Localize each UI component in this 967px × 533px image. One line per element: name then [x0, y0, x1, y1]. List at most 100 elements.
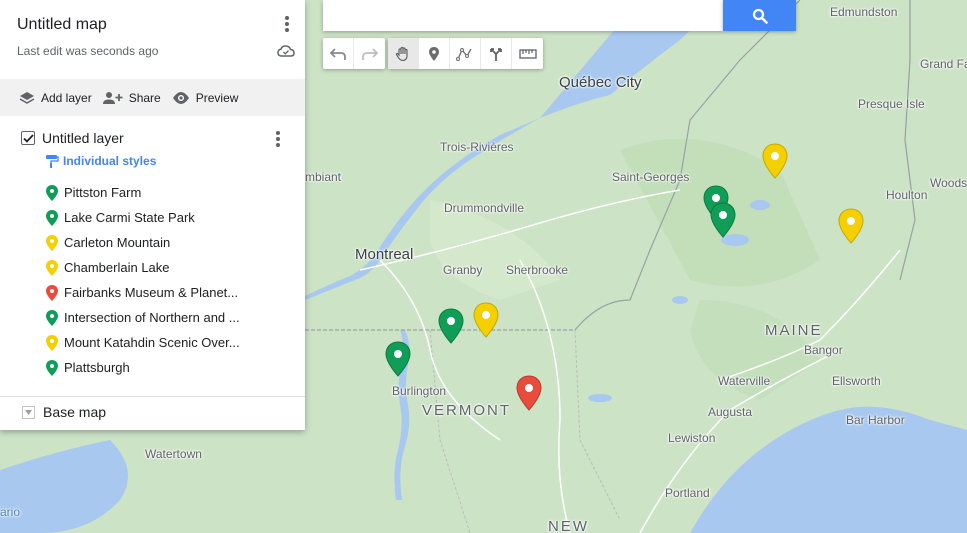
- map-options-menu-icon[interactable]: [281, 14, 293, 34]
- map-label-presque-isle: Presque Isle: [858, 97, 925, 111]
- map-label-ellsworth: Ellsworth: [832, 374, 881, 388]
- directions-icon: [490, 47, 502, 61]
- preview-button[interactable]: Preview: [172, 90, 239, 105]
- list-item-plattsburgh[interactable]: Plattsburgh: [0, 355, 305, 380]
- map-label-grand-falls: Grand Fa: [920, 57, 967, 71]
- preview-label: Preview: [195, 90, 239, 105]
- base-map-label: Base map: [43, 404, 107, 420]
- map-label-bangor: Bangor: [804, 343, 843, 357]
- map-label-houlton: Houlton: [886, 188, 928, 202]
- draw-tools-group: [388, 38, 543, 69]
- panel-header: Untitled map Last edit was seconds ago: [0, 0, 305, 79]
- layer-header: Untitled layer: [0, 128, 305, 148]
- map-label-augusta: Augusta: [708, 405, 753, 419]
- map-pin-fairbanks-museum[interactable]: [516, 375, 542, 411]
- map-label-ontario: ario: [0, 505, 21, 519]
- layer-visibility-checkbox[interactable]: [21, 131, 35, 145]
- green-marker-icon: [46, 359, 58, 376]
- search-button[interactable]: [723, 0, 796, 31]
- list-item-pittston-farm[interactable]: Pittston Farm: [0, 180, 305, 205]
- map-label-lewiston: Lewiston: [668, 431, 716, 445]
- layer-options-menu-icon[interactable]: [272, 129, 284, 149]
- map-pin-carleton-mountain[interactable]: [762, 143, 788, 179]
- directions-button[interactable]: [481, 38, 512, 69]
- map-pin-mount-katahdin[interactable]: [838, 208, 864, 244]
- map-label-bar-harbor: Bar Harbor: [846, 413, 905, 427]
- individual-styles-label: Individual styles: [63, 154, 157, 168]
- search-input[interactable]: [323, 0, 723, 31]
- place-name: Pittston Farm: [64, 185, 142, 200]
- place-name: Plattsburgh: [64, 360, 130, 375]
- list-item-lake-carmi[interactable]: Lake Carmi State Park: [0, 205, 305, 230]
- draw-line-button[interactable]: [450, 38, 481, 69]
- add-person-icon: [102, 91, 123, 104]
- paint-roller-icon: [46, 154, 59, 168]
- undo-redo-group: [323, 38, 385, 69]
- layers-icon: [19, 91, 35, 104]
- redo-icon: [361, 47, 378, 60]
- green-marker-icon: [46, 209, 58, 226]
- yellow-marker-icon: [46, 334, 58, 351]
- base-map-toggle[interactable]: Base map: [22, 404, 106, 420]
- map-label-mbiant: mbiant: [305, 170, 342, 184]
- map-panel: Untitled map Last edit was seconds ago A…: [0, 0, 305, 430]
- place-name: Carleton Mountain: [64, 235, 171, 250]
- last-edit-status: Last edit was seconds ago: [17, 44, 159, 58]
- marker-icon: [429, 46, 439, 61]
- pan-hand-button[interactable]: [388, 38, 419, 69]
- list-item-fairbanks-museum[interactable]: Fairbanks Museum & Planet...: [0, 280, 305, 305]
- checkmark-icon: [22, 133, 34, 143]
- map-pin-chamberlain-lake[interactable]: [710, 202, 736, 238]
- yellow-marker-icon: [46, 259, 58, 276]
- map-pin-yellow-vermont[interactable]: [473, 302, 499, 338]
- cloud-saved-icon: [277, 45, 295, 57]
- green-marker-icon: [46, 184, 58, 201]
- places-list: Pittston Farm Lake Carmi State Park Carl…: [0, 180, 305, 380]
- map-label-woodstock: Woods: [930, 176, 967, 190]
- measure-button[interactable]: [512, 38, 543, 69]
- map-label-maine: MAINE: [765, 322, 823, 339]
- green-marker-icon: [46, 309, 58, 326]
- add-marker-button[interactable]: [419, 38, 450, 69]
- map-pin-lake-carmi[interactable]: [438, 308, 464, 344]
- map-label-montreal: Montreal: [355, 246, 414, 263]
- list-item-chamberlain-lake[interactable]: Chamberlain Lake: [0, 255, 305, 280]
- place-name: Intersection of Northern and ...: [64, 310, 240, 325]
- map-label-portland: Portland: [665, 486, 710, 500]
- search-icon: [752, 8, 768, 24]
- map-label-waterville: Waterville: [718, 374, 771, 388]
- map-label-watertown: Watertown: [145, 447, 202, 461]
- map-label-saint-georges: Saint-Georges: [612, 170, 690, 184]
- place-name: Lake Carmi State Park: [64, 210, 195, 225]
- map-label-drummondville: Drummondville: [444, 201, 525, 215]
- place-name: Mount Katahdin Scenic Over...: [64, 335, 240, 350]
- undo-icon: [330, 47, 346, 60]
- map-title[interactable]: Untitled map: [17, 16, 288, 34]
- individual-styles-link[interactable]: Individual styles: [0, 153, 305, 169]
- base-map-expand-icon: [22, 405, 35, 419]
- map-label-granby: Granby: [443, 263, 483, 277]
- share-label: Share: [128, 90, 161, 105]
- map-label-quebec-city: Québec City: [559, 74, 642, 91]
- undo-button[interactable]: [323, 38, 354, 69]
- hand-icon: [395, 46, 408, 61]
- map-label-new: NEW: [548, 518, 589, 533]
- list-item-intersection[interactable]: Intersection of Northern and ...: [0, 305, 305, 330]
- action-bar: Add layer Share Preview: [0, 79, 305, 116]
- map-label-trois-rivieres: Trois-Rivières: [440, 140, 514, 154]
- share-button[interactable]: Share: [102, 90, 161, 105]
- map-pin-plattsburgh[interactable]: [385, 341, 411, 377]
- list-item-mount-katahdin[interactable]: Mount Katahdin Scenic Over...: [0, 330, 305, 355]
- list-item-carleton-mountain[interactable]: Carleton Mountain: [0, 230, 305, 255]
- yellow-marker-icon: [46, 234, 58, 251]
- draw-line-icon: [456, 47, 472, 61]
- map-label-edmundston: Edmundston: [830, 5, 898, 19]
- layer-name[interactable]: Untitled layer: [42, 130, 124, 146]
- layer-section: Untitled layer Individual styles Pittsto…: [0, 116, 305, 380]
- add-layer-button[interactable]: Add layer: [19, 91, 92, 105]
- chevron-down-icon: [25, 409, 32, 415]
- redo-button[interactable]: [354, 38, 385, 69]
- ruler-icon: [518, 48, 537, 59]
- add-layer-label: Add layer: [41, 90, 92, 105]
- place-name: Chamberlain Lake: [64, 260, 170, 275]
